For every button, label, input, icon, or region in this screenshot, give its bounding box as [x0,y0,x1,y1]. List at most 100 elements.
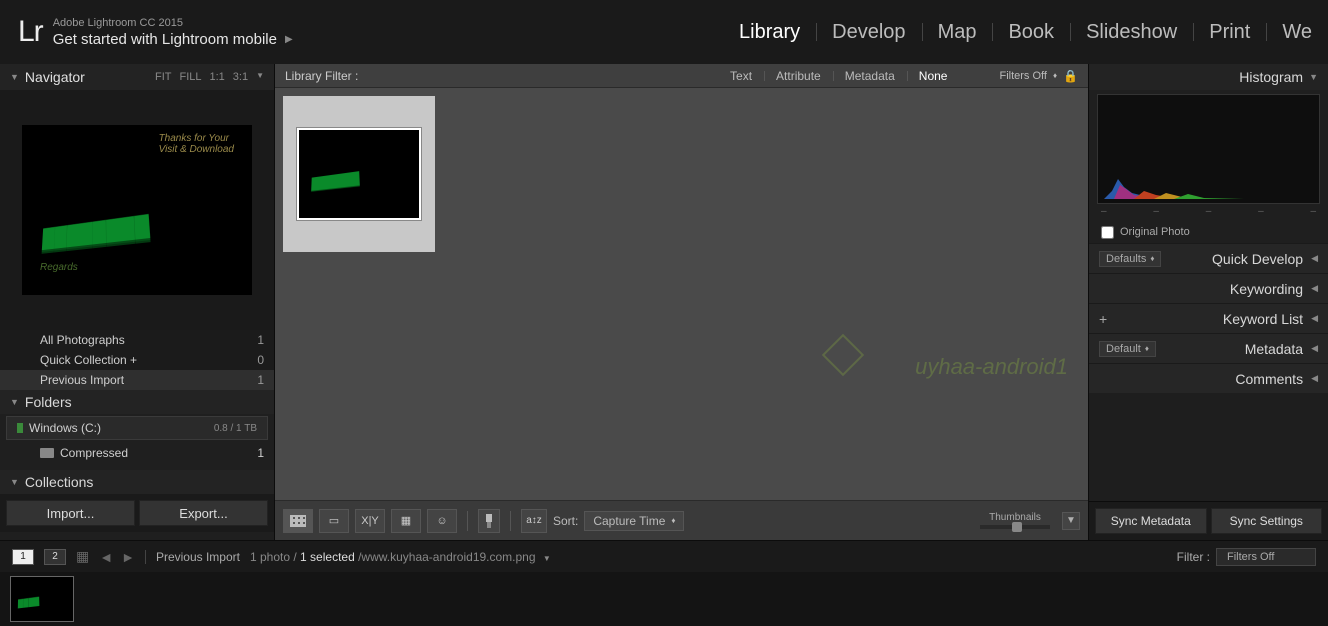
sort-label: Sort: [553,514,578,528]
metadata-section[interactable]: Default♦ Metadata ◀ [1089,333,1328,363]
sync-buttons: Sync Metadata Sync Settings [1089,501,1328,540]
histogram[interactable] [1097,94,1320,204]
grid-view-button[interactable] [283,509,313,533]
file-path: /www.kuyhaa-android19.com.png [358,550,535,564]
grid-view[interactable]: ██████ uyhaa-android1 [275,88,1088,500]
lock-icon[interactable]: 🔒 [1063,69,1078,83]
export-button[interactable]: Export... [139,500,268,526]
folder-icon [40,448,54,458]
separator [510,511,511,531]
filter-tab-metadata[interactable]: Metadata [833,69,907,83]
chevron-right-icon: ▶ [285,34,293,45]
plus-icon[interactable]: + [1099,311,1107,327]
filter-tabs: Text Attribute Metadata None [718,69,959,83]
filter-right: Filters Off ♦ 🔒 [999,69,1078,83]
folder-row[interactable]: Compressed 1 [0,442,274,464]
filter-tab-text[interactable]: Text [718,69,764,83]
quick-develop-preset-dropdown[interactable]: Defaults♦ [1099,251,1161,267]
toolbar-expand-button[interactable]: ▼ [1062,512,1080,530]
folders-header[interactable]: ▼ Folders [0,390,274,414]
breadcrumb-source[interactable]: Previous Import [156,550,240,564]
sort-dropdown[interactable]: Capture Time ♦ [584,511,684,531]
sort-direction-button[interactable]: a↕z [521,509,547,533]
thumbnail-size-slider[interactable]: Thumbnails [980,512,1050,529]
bottom-filter: Filter : Filters Off [1177,548,1316,566]
right-panel: Histogram ▼ ––––– Original Photo De [1088,64,1328,540]
filter-tab-attribute[interactable]: Attribute [764,69,833,83]
histogram-header[interactable]: Histogram ▼ [1089,64,1328,90]
histogram-title: Histogram [1239,69,1303,85]
filter-dropdown[interactable]: Filters Off [1216,548,1316,566]
zoom-1-1[interactable]: 1:1 [209,71,224,83]
module-print[interactable]: Print [1193,21,1266,44]
metadata-preset-dropdown[interactable]: Default♦ [1099,341,1156,357]
screen-1-button[interactable]: 1 [12,549,34,565]
filmstrip[interactable]: ████ [0,572,1328,626]
import-button[interactable]: Import... [6,500,135,526]
module-slideshow[interactable]: Slideshow [1070,21,1193,44]
original-photo-checkbox[interactable] [1101,226,1114,239]
chevron-down-icon[interactable]: ▼ [543,554,551,563]
nav-forward-icon[interactable]: ► [121,549,135,565]
navigator-header[interactable]: ▼ Navigator FIT FILL 1:1 3:1 ▼ [0,64,274,90]
catalog-previous-import[interactable]: Previous Import 1 [0,370,274,390]
selected-count: 1 selected [300,550,355,564]
watermark-text: uyhaa-android1 [915,354,1068,380]
filmstrip-cell[interactable]: ████ [10,576,74,622]
filters-off-dropdown[interactable]: Filters Off [999,70,1046,82]
photo-count: 1 photo / [250,550,297,564]
thumbnail[interactable]: ██████ [297,128,421,220]
chevron-left-icon: ◀ [1311,313,1318,324]
keyword-list-section[interactable]: + Keyword List ◀ [1089,303,1328,333]
keywording-section[interactable]: Keywording ◀ [1089,273,1328,303]
sync-settings-button[interactable]: Sync Settings [1211,508,1323,534]
grid-icon: ▦ [76,548,89,565]
module-develop[interactable]: Develop [816,21,921,44]
filmstrip-decor: ████ [18,597,40,608]
collections-header[interactable]: ▼ Collections [0,470,274,494]
comments-section[interactable]: Comments ◀ [1089,363,1328,393]
module-book[interactable]: Book [992,21,1070,44]
chevron-left-icon: ◀ [1311,343,1318,354]
chevron-left-icon: ◀ [1311,253,1318,264]
quick-develop-section[interactable]: Defaults♦ Quick Develop ◀ [1089,243,1328,273]
zoom-fit[interactable]: FIT [155,71,172,83]
module-picker: Library Develop Map Book Slideshow Print… [723,0,1328,64]
survey-view-button[interactable]: ▦ [391,509,421,533]
module-map[interactable]: Map [922,21,993,44]
grid-cell[interactable]: ██████ [283,96,435,252]
nav-back-icon[interactable]: ◄ [99,549,113,565]
loupe-view-button[interactable]: ▭ [319,509,349,533]
slider-knob[interactable] [1012,522,1022,532]
preset-value: Defaults [1106,253,1146,265]
bottom-bar: 1 2 ▦ ◄ ► Previous Import 1 photo / 1 se… [0,540,1328,572]
catalog-all-photographs[interactable]: All Photographs 1 [0,330,274,350]
volume-row[interactable]: Windows (C:) 0.8 / 1 TB [6,416,268,440]
chevron-down-icon[interactable]: ▼ [256,71,264,83]
catalog-quick-collection[interactable]: Quick Collection + 0 [0,350,274,370]
people-view-button[interactable]: ☺ [427,509,457,533]
slider-track[interactable] [980,525,1050,529]
catalog-item-label: All Photographs [40,333,125,347]
navigator-title: Navigator [25,69,85,85]
zoom-3-1[interactable]: 3:1 [233,71,248,83]
zoom-fill[interactable]: FILL [179,71,201,83]
compare-view-button[interactable]: X|Y [355,509,385,533]
catalog-item-count: 1 [257,373,264,387]
subtitle-link[interactable]: Get started with Lightroom mobile ▶ [53,31,293,48]
thumb-decor: ██████ [311,171,360,190]
filter-label: Library Filter : [285,69,358,83]
separator [467,511,468,531]
module-web[interactable]: We [1266,21,1328,44]
sync-metadata-button[interactable]: Sync Metadata [1095,508,1207,534]
module-library[interactable]: Library [723,21,816,44]
folder-count: 1 [257,446,264,460]
painter-button[interactable] [478,509,500,533]
chevron-updown-icon: ♦ [671,516,675,525]
volume-name: Windows (C:) [29,421,101,435]
screen-2-button[interactable]: 2 [44,549,66,565]
filter-tab-none[interactable]: None [907,69,960,83]
secondary-display-icon[interactable]: ▦ [76,548,89,565]
navigator-preview[interactable]: Thanks for YourVisit & Download ████████… [0,90,274,330]
chevron-updown-icon[interactable]: ♦ [1053,71,1057,80]
